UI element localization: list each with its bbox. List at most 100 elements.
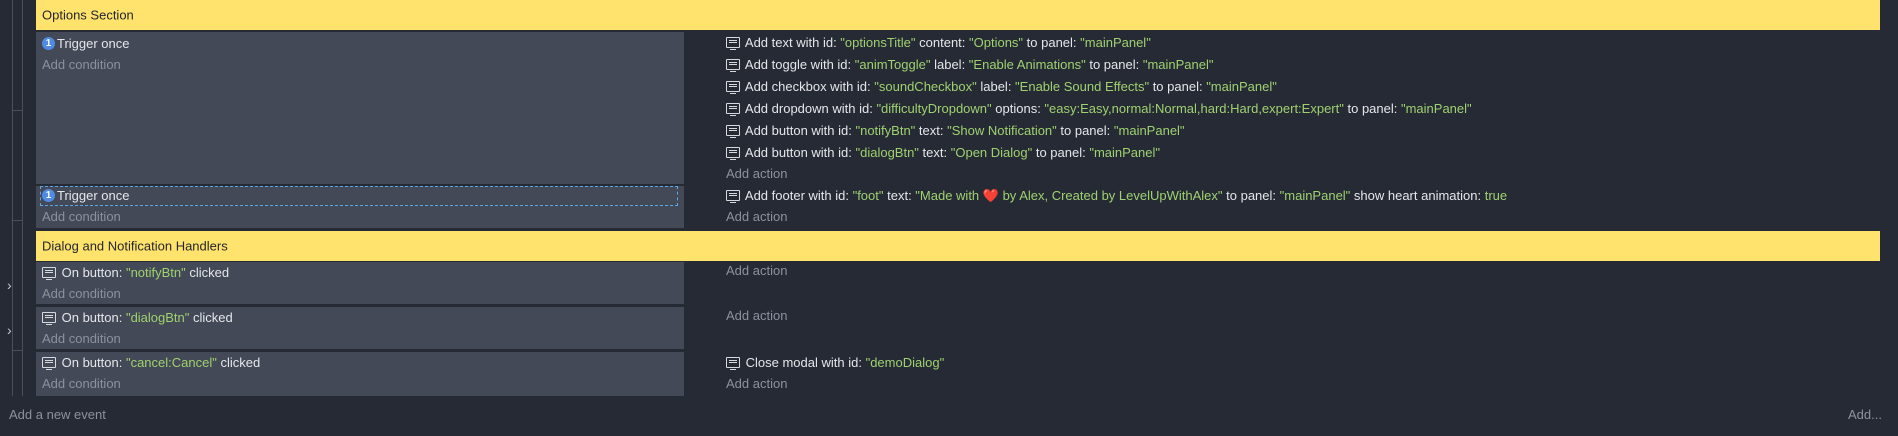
add-condition-link[interactable]: Add condition (42, 330, 121, 348)
action-text: text: (915, 123, 948, 138)
heart-icon: ❤️ (982, 188, 999, 203)
action-value: "demoDialog" (865, 355, 945, 370)
action-text: to panel: (1149, 79, 1207, 94)
action-value: "Made with (915, 188, 983, 203)
action-value: "Enable Sound Effects" (1015, 79, 1150, 94)
monitor-icon (42, 267, 56, 281)
add-action-link[interactable]: Add action (726, 208, 787, 226)
conditions-panel: On button: "dialogBtn" clicked Add condi… (36, 307, 686, 349)
expand-chevron-icon[interactable]: › (7, 323, 12, 337)
action-value: "dialogBtn" (855, 145, 919, 160)
trigger-once-icon: 1 (42, 189, 55, 203)
condition-text: On button: (61, 310, 126, 325)
action-text: text: (883, 188, 916, 203)
tree-line (22, 0, 23, 396)
action-value: "mainPanel" (1142, 57, 1214, 72)
action-text: show heart animation: (1350, 188, 1485, 203)
action-text: to panel: (1085, 57, 1143, 72)
action-add-button-dialog[interactable]: Add button with id: "dialogBtn" text: "O… (726, 144, 1160, 162)
event-row: On button: "cancel:Cancel" clicked Add c… (36, 352, 1880, 396)
monitor-icon (42, 312, 56, 326)
group-title: Dialog and Notification Handlers (42, 238, 228, 254)
action-text: options: (991, 101, 1045, 116)
action-add-button-notify[interactable]: Add button with id: "notifyBtn" text: "S… (726, 122, 1185, 140)
add-action-link[interactable]: Add action (726, 165, 787, 183)
event-row: On button: "dialogBtn" clicked Add condi… (36, 307, 1880, 349)
action-add-checkbox[interactable]: Add checkbox with id: "soundCheckbox" la… (726, 78, 1277, 96)
group-options-section[interactable]: Options Section (36, 0, 1880, 30)
action-value: "animToggle" (854, 57, 931, 72)
action-text: Close modal with id: (745, 355, 866, 370)
action-value: "mainPanel" (1400, 101, 1472, 116)
condition-label: Trigger once (57, 36, 130, 51)
action-text: to panel: (1032, 145, 1090, 160)
add-new-event-link[interactable]: Add a new event (9, 406, 106, 424)
add-condition-link[interactable]: Add condition (42, 285, 121, 303)
tree-branch (12, 220, 22, 221)
conditions-panel: On button: "notifyBtn" clicked Add condi… (36, 262, 686, 304)
condition-on-button-clicked[interactable]: On button: "notifyBtn" clicked (42, 264, 229, 282)
condition-label: Trigger once (57, 188, 130, 203)
condition-text: On button: (61, 265, 126, 280)
actions-panel: Add footer with id: "foot" text: "Made w… (686, 186, 1880, 228)
condition-trigger-once[interactable]: 1 Trigger once (40, 186, 678, 206)
action-value: "optionsTitle" (840, 35, 916, 50)
add-action-link[interactable]: Add action (726, 262, 787, 280)
condition-on-button-clicked[interactable]: On button: "dialogBtn" clicked (42, 309, 233, 327)
action-text: Add button with id: (744, 123, 856, 138)
condition-value: "dialogBtn" (125, 310, 190, 325)
action-add-text[interactable]: Add text with id: "optionsTitle" content… (726, 34, 1151, 52)
tree-line (12, 0, 13, 396)
group-dialog-notification-handlers[interactable]: Dialog and Notification Handlers (36, 231, 1880, 261)
action-text: text: (918, 145, 951, 160)
action-text: label: (976, 79, 1016, 94)
action-value: "Show Notification" (947, 123, 1057, 138)
add-action-link[interactable]: Add action (726, 375, 787, 393)
event-row: On button: "notifyBtn" clicked Add condi… (36, 262, 1880, 304)
action-add-footer[interactable]: Add footer with id: "foot" text: "Made w… (726, 187, 1507, 205)
action-value: "mainPanel" (1089, 145, 1160, 160)
condition-text: clicked (185, 265, 230, 280)
action-value: "Enable Animations" (968, 57, 1086, 72)
condition-on-button-clicked[interactable]: On button: "cancel:Cancel" clicked (42, 354, 260, 372)
tree-branch (12, 350, 22, 351)
action-text: Add button with id: (744, 145, 856, 160)
condition-text: clicked (216, 355, 261, 370)
conditions-panel: 1 Trigger once Add condition (36, 32, 686, 184)
expand-chevron-icon[interactable]: › (7, 278, 12, 292)
action-text: content: (915, 35, 970, 50)
action-text: Add toggle with id: (744, 57, 855, 72)
condition-text: On button: (61, 355, 126, 370)
actions-panel: Close modal with id: "demoDialog" Add ac… (686, 352, 1880, 396)
tree-branch (12, 110, 22, 111)
add-condition-link[interactable]: Add condition (42, 375, 121, 393)
condition-value: "notifyBtn" (125, 265, 186, 280)
monitor-icon (726, 190, 740, 204)
action-value: "Options" (969, 35, 1024, 50)
add-condition-link[interactable]: Add condition (42, 56, 121, 74)
condition-trigger-once[interactable]: 1 Trigger once (42, 35, 130, 53)
event-tree-gutter: › › (0, 0, 36, 396)
action-add-dropdown[interactable]: Add dropdown with id: "difficultyDropdow… (726, 100, 1472, 118)
conditions-panel: 1 Trigger once Add condition (36, 186, 686, 228)
action-value: "mainPanel" (1279, 188, 1351, 203)
monitor-icon (726, 147, 740, 161)
monitor-icon (726, 357, 740, 371)
action-text: Add dropdown with id: (744, 101, 877, 116)
group-title: Options Section (42, 7, 134, 23)
actions-panel: Add text with id: "optionsTitle" content… (686, 32, 1880, 184)
conditions-panel: On button: "cancel:Cancel" clicked Add c… (36, 352, 686, 396)
actions-panel: Add action (686, 262, 1880, 304)
action-value: "difficultyDropdown" (876, 101, 992, 116)
add-action-link[interactable]: Add action (726, 307, 787, 325)
action-close-modal[interactable]: Close modal with id: "demoDialog" (726, 354, 944, 372)
monitor-icon (42, 357, 56, 371)
add-condition-link[interactable]: Add condition (42, 208, 121, 226)
action-value: by Alex, Created by LevelUpWithAlex" (998, 188, 1223, 203)
add-more-button[interactable]: Add... (1848, 406, 1882, 424)
action-value: "easy:Easy,normal:Normal,hard:Hard,exper… (1044, 101, 1344, 116)
monitor-icon (726, 59, 740, 73)
action-add-toggle[interactable]: Add toggle with id: "animToggle" label: … (726, 56, 1213, 74)
trigger-once-icon: 1 (42, 37, 55, 51)
action-text: to panel: (1023, 35, 1081, 50)
